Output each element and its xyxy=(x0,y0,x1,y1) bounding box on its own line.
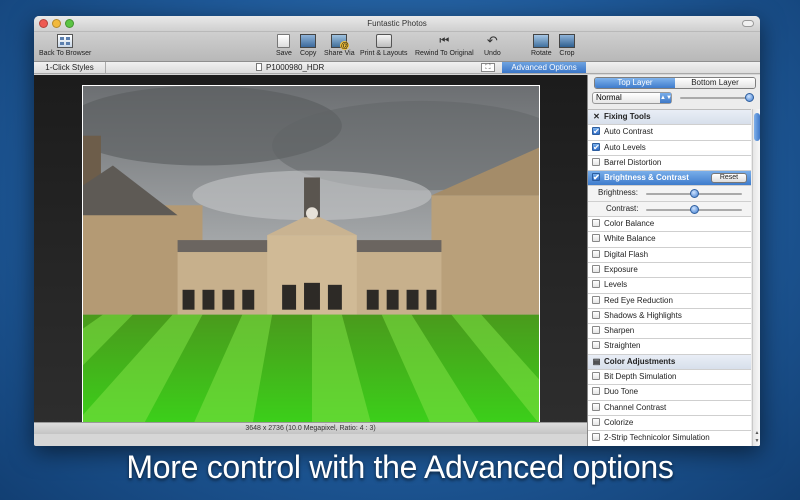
checkbox-brightness-contrast[interactable] xyxy=(592,171,600,185)
toolbar-toggle-button[interactable] xyxy=(742,20,754,27)
fixing-tools-header: ✕ Fixing Tools xyxy=(588,110,751,126)
top-layer-tab[interactable]: Top Layer xyxy=(595,78,675,88)
tools-icon: ✕ xyxy=(593,112,600,121)
save-button[interactable]: Save xyxy=(276,34,292,57)
checkbox-bit-depth-simulation[interactable] xyxy=(592,372,600,381)
browser-icon xyxy=(57,34,74,48)
share-icon xyxy=(331,34,350,50)
close-window-button[interactable] xyxy=(39,19,48,28)
rewind-icon: ⏮ xyxy=(439,35,450,47)
rotate-button[interactable]: Rotate xyxy=(531,34,552,57)
brightness-slider-knob[interactable] xyxy=(689,189,699,199)
copy-icon xyxy=(300,34,317,48)
photo-canvas[interactable] xyxy=(82,85,540,427)
file-name-label: P1000980_HDR xyxy=(256,62,324,73)
color-swatch-icon: ▤ xyxy=(592,356,601,366)
zoom-window-button[interactable] xyxy=(65,19,74,28)
blend-mode-select[interactable]: Normal ▲▼ xyxy=(592,92,672,104)
adjustment-item-auto-levels[interactable]: Auto Levels xyxy=(588,140,751,156)
checkbox-white-balance[interactable] xyxy=(592,234,600,243)
contrast-slider[interactable] xyxy=(646,204,742,214)
tab-bar: 1-Click Styles P1000980_HDR ⛶ Advanced O… xyxy=(34,62,760,74)
adjustment-item-duo-tone[interactable]: Duo Tone xyxy=(588,385,751,401)
adjustment-item-white-balance[interactable]: White Balance xyxy=(588,232,751,248)
opacity-slider-knob[interactable] xyxy=(745,93,754,102)
tab-advanced-options[interactable]: Advanced Options xyxy=(502,62,586,73)
document-icon xyxy=(256,63,262,71)
scrollbar-thumb[interactable] xyxy=(754,113,760,141)
scroll-down-arrow-icon[interactable]: ▼ xyxy=(754,438,760,444)
window-title: Funtastic Photos xyxy=(367,19,427,28)
checkbox-colorize[interactable] xyxy=(592,417,600,426)
undo-icon: ↶ xyxy=(486,33,498,48)
adjustment-item-sharpen[interactable]: Sharpen xyxy=(588,324,751,340)
image-info-bar: 3648 x 2736 (10.0 Megapixel, Ratio: 4 : … xyxy=(34,422,587,434)
minimize-window-button[interactable] xyxy=(52,19,61,28)
back-to-browser-button[interactable]: Back To Browser xyxy=(39,34,91,57)
color-adjustments-header: ▤ Color Adjustments xyxy=(588,354,751,371)
adjustment-item-digital-flash[interactable]: Digital Flash xyxy=(588,247,751,263)
toolbar: Back To Browser Save Copy Share Via Prin… xyxy=(34,32,760,62)
bottom-layer-tab[interactable]: Bottom Layer xyxy=(675,78,755,88)
checkbox-2-strip-technicolor-simulation[interactable] xyxy=(592,433,600,442)
checkbox-straighten[interactable] xyxy=(592,341,600,350)
checkbox-color-balance[interactable] xyxy=(592,219,600,228)
scroll-up-arrow-icon[interactable]: ▲ xyxy=(754,430,760,436)
app-window: Funtastic Photos Back To Browser Save Co… xyxy=(34,16,760,446)
adjustment-item-colorize[interactable]: Colorize xyxy=(588,415,751,432)
contrast-slider-knob[interactable] xyxy=(689,204,699,214)
checkbox-channel-contrast[interactable] xyxy=(592,402,600,411)
copy-button[interactable]: Copy xyxy=(300,34,316,57)
adjustment-item-shadows-highlights[interactable]: Shadows & Highlights xyxy=(588,308,751,325)
printer-icon xyxy=(375,34,392,48)
reset-button[interactable]: Reset xyxy=(711,173,747,184)
adjustment-item-color-balance[interactable]: Color Balance xyxy=(588,217,751,233)
adjustment-item-channel-contrast[interactable]: Channel Contrast xyxy=(588,400,751,416)
adjustment-item-brightness-contrast[interactable]: Brightness & ContrastReset xyxy=(588,171,751,187)
checkbox-digital-flash[interactable] xyxy=(592,249,600,258)
layer-segmented-control[interactable]: Top Layer Bottom Layer xyxy=(594,77,756,89)
contrast-row: Contrast: xyxy=(588,201,751,218)
rewind-to-original-button[interactable]: ⏮ Rewind To Original xyxy=(415,34,474,57)
save-document-icon xyxy=(277,34,291,48)
adjustment-item-levels[interactable]: Levels xyxy=(588,278,751,294)
photo-image xyxy=(83,86,539,426)
chevron-up-down-icon: ▲▼ xyxy=(660,93,672,103)
checkbox-shadows-highlights[interactable] xyxy=(592,310,600,319)
adjustment-item-2-strip-technicolor-simulation[interactable]: 2-Strip Technicolor Simulation xyxy=(588,431,751,446)
undo-button[interactable]: ↶ Undo xyxy=(484,33,501,58)
advanced-options-panel: Top Layer Bottom Layer Normal ▲▼ ✕ Fixing… xyxy=(587,75,760,446)
adjustment-item-red-eye-reduction[interactable]: Red Eye Reduction xyxy=(588,293,751,309)
brightness-row: Brightness: xyxy=(588,186,751,202)
checkbox-red-eye-reduction[interactable] xyxy=(592,295,600,304)
brightness-slider[interactable] xyxy=(646,189,742,199)
checkbox-exposure[interactable] xyxy=(592,264,600,273)
crop-button[interactable]: Crop xyxy=(559,34,575,57)
checkbox-barrel-distortion[interactable] xyxy=(592,157,600,166)
print-layouts-button[interactable]: Print & Layouts xyxy=(360,34,407,57)
photo-viewer[interactable]: 3648 x 2736 (10.0 Megapixel, Ratio: 4 : … xyxy=(34,75,587,434)
adjustments-list[interactable]: ✕Fixing Tools Auto ContrastAuto LevelsBa… xyxy=(588,109,751,446)
panel-scrollbar[interactable]: ▲ ▼ xyxy=(752,109,760,446)
rotate-icon xyxy=(533,34,550,48)
checkbox-auto-levels[interactable] xyxy=(592,141,600,155)
crop-icon xyxy=(559,34,575,48)
checkbox-levels[interactable] xyxy=(592,280,600,289)
adjustment-item-straighten[interactable]: Straighten xyxy=(588,339,751,355)
adjustment-item-exposure[interactable]: Exposure xyxy=(588,262,751,279)
tab-one-click-styles[interactable]: 1-Click Styles xyxy=(34,62,106,73)
fullscreen-button[interactable]: ⛶ xyxy=(481,63,495,72)
checkbox-duo-tone[interactable] xyxy=(592,387,600,396)
adjustment-item-auto-contrast[interactable]: Auto Contrast xyxy=(588,125,751,141)
share-via-button[interactable]: Share Via xyxy=(324,34,355,57)
marketing-caption: More control with the Advanced options xyxy=(126,449,674,485)
opacity-slider[interactable] xyxy=(680,93,754,102)
adjustment-item-barrel-distortion[interactable]: Barrel Distortion xyxy=(588,155,751,172)
adjustment-item-bit-depth-simulation[interactable]: Bit Depth Simulation xyxy=(588,370,751,386)
checkbox-sharpen[interactable] xyxy=(592,326,600,335)
title-bar[interactable]: Funtastic Photos xyxy=(34,16,760,32)
checkbox-auto-contrast[interactable] xyxy=(592,125,600,139)
